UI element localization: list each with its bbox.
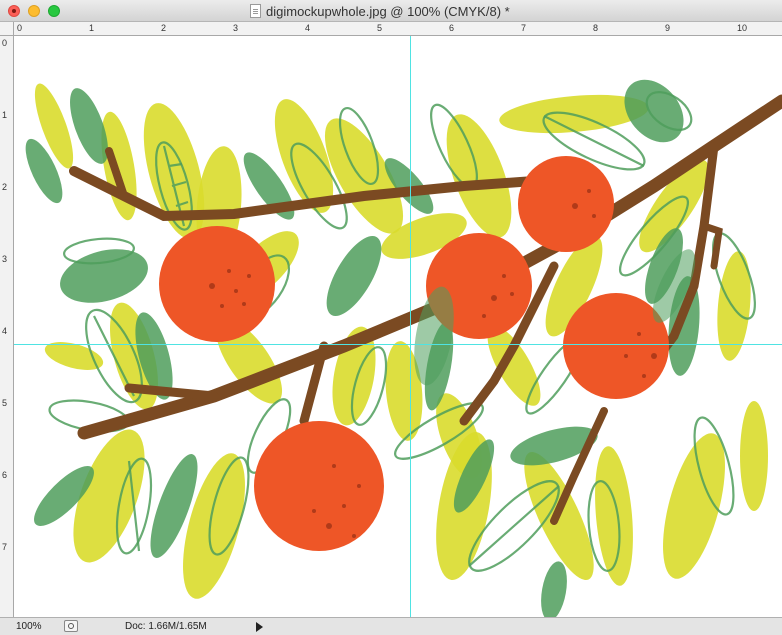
ruler-vertical[interactable]: 0 1 2 3 4 5 6 7	[0, 36, 14, 617]
vertical-guide-line[interactable]	[410, 36, 411, 617]
ruler-left-label: 4	[2, 326, 8, 336]
ruler-top-label: 1	[89, 23, 95, 33]
ruler-horizontal[interactable]: 0 1 2 3 4 5 6 7 8 9 10	[14, 22, 782, 36]
close-dot-icon	[12, 9, 16, 13]
close-window-button[interactable]	[8, 5, 20, 17]
ruler-origin[interactable]	[0, 22, 14, 36]
ruler-top-label: 0	[17, 23, 23, 33]
minimize-window-button[interactable]	[28, 5, 40, 17]
ruler-top-label: 10	[737, 23, 748, 33]
document-canvas[interactable]	[14, 36, 782, 617]
title-bar: digimockupwhole.jpg @ 100% (CMYK/8) *	[0, 0, 782, 22]
ruler-top-label: 3	[233, 23, 239, 33]
window-title: digimockupwhole.jpg @ 100% (CMYK/8) *	[266, 4, 510, 19]
ruler-left-label: 5	[2, 398, 8, 408]
ruler-left-label: 6	[2, 470, 8, 480]
document-icon	[250, 4, 261, 18]
status-menu-arrow-icon[interactable]	[256, 622, 263, 632]
ruler-top-label: 8	[593, 23, 599, 33]
document-size-info: Doc: 1.66M/1.65M	[125, 621, 207, 632]
maximize-window-button[interactable]	[48, 5, 60, 17]
status-bar: 100% Doc: 1.66M/1.65M	[0, 617, 782, 635]
ruler-top-label: 4	[305, 23, 311, 33]
artwork-illustration	[25, 79, 782, 617]
zoom-level[interactable]: 100%	[16, 621, 42, 632]
ruler-left-label: 2	[2, 182, 8, 192]
ruler-top-label: 7	[521, 23, 527, 33]
ruler-top-label: 2	[161, 23, 167, 33]
ruler-left-label: 7	[2, 542, 8, 552]
horizontal-guide-line[interactable]	[14, 344, 782, 345]
proof-setup-icon[interactable]	[64, 620, 78, 632]
ruler-left-label: 3	[2, 254, 8, 264]
ruler-top-label: 9	[665, 23, 671, 33]
ruler-top-label: 6	[449, 23, 455, 33]
ruler-left-label: 1	[2, 110, 8, 120]
ruler-left-label: 0	[2, 38, 8, 48]
ruler-top-label: 5	[377, 23, 383, 33]
